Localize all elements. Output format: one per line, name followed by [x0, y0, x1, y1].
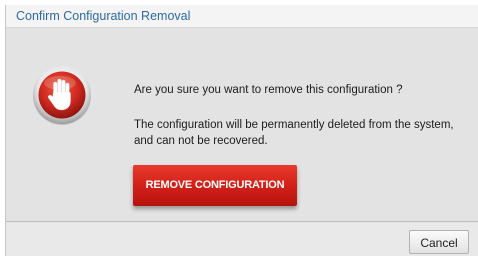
dialog-titlebar: Confirm Configuration Removal: [6, 5, 478, 28]
stop-hand-icon: [33, 66, 91, 125]
dialog-footer: Cancel: [6, 222, 478, 256]
dialog-content: Are you sure you want to remove this con…: [6, 28, 478, 222]
remove-configuration-button[interactable]: REMOVE CONFIGURATION: [133, 165, 297, 206]
confirm-dialog: Confirm Configuration Removal Are you su…: [5, 5, 478, 256]
confirm-question: Are you sure you want to remove this con…: [134, 84, 403, 96]
warning-message: The configuration will be permanently de…: [134, 119, 454, 147]
cancel-button[interactable]: Cancel: [409, 230, 469, 254]
dialog-title: Confirm Configuration Removal: [16, 9, 191, 23]
